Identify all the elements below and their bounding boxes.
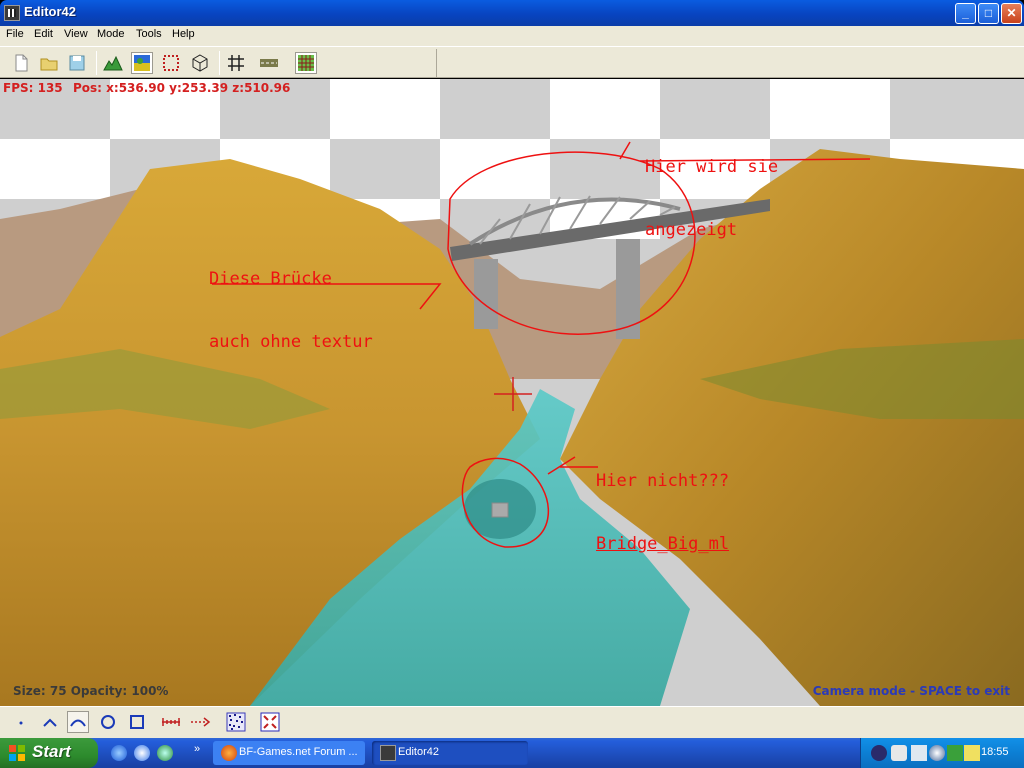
- object-cube-icon[interactable]: [189, 52, 211, 74]
- firefox-icon: [221, 745, 237, 761]
- menu-edit[interactable]: Edit: [34, 28, 53, 40]
- smooth-curve-tool-icon[interactable]: [67, 711, 89, 733]
- menu-file[interactable]: File: [6, 28, 24, 40]
- start-label: Start: [32, 742, 71, 761]
- menu-mode[interactable]: Mode: [97, 28, 125, 40]
- monitor-tray-icon[interactable]: [947, 745, 963, 761]
- close-button[interactable]: ✕: [1001, 3, 1022, 24]
- annotation-not-shown: Hier nicht??? Bridge_Big_ml: [596, 429, 729, 597]
- grid-icon[interactable]: [225, 52, 247, 74]
- task-label-forum: BF-Games.net Forum ...: [239, 746, 358, 758]
- texture-paint-icon[interactable]: [131, 52, 153, 74]
- app-icon: [4, 5, 20, 21]
- save-disk-icon[interactable]: [66, 52, 88, 74]
- system-tray: 18:55: [860, 738, 1024, 768]
- network-tray-icon[interactable]: [929, 745, 945, 761]
- terrain-mountain-icon[interactable]: [102, 52, 124, 74]
- annotation-bridge-line2: auch ohne textur: [209, 332, 373, 352]
- annotation-not-shown-line1: Hier nicht???: [596, 471, 730, 491]
- headphones-tray-icon[interactable]: [871, 745, 887, 761]
- windows-taskbar: Start » BF-Games.net Forum ... Editor42 …: [0, 738, 1024, 768]
- camera-mode-hint: Camera mode - SPACE to exit: [812, 684, 1010, 698]
- check-tray-icon[interactable]: [964, 745, 980, 761]
- menu-view[interactable]: View: [64, 28, 88, 40]
- open-folder-icon[interactable]: [38, 52, 60, 74]
- show-desktop-icon[interactable]: [134, 745, 150, 761]
- brush-toolbar: [0, 706, 1024, 738]
- task-label-editor: Editor42: [398, 746, 439, 758]
- noise-pattern-icon[interactable]: [225, 711, 247, 733]
- menu-bar: File Edit View Mode Tools Help: [0, 26, 1024, 46]
- menu-help[interactable]: Help: [172, 28, 195, 40]
- window-title: Editor42: [24, 4, 77, 19]
- peak-tool-icon[interactable]: [39, 711, 61, 733]
- terrain-scene: [0, 79, 1024, 706]
- title-bar: Editor42 _ □ ✕: [0, 0, 1024, 26]
- new-file-icon[interactable]: [10, 52, 32, 74]
- menu-tools[interactable]: Tools: [136, 28, 162, 40]
- square-tool-icon[interactable]: [126, 711, 148, 733]
- 3d-viewport[interactable]: FPS: 135 Pos: x:536.90 y:253.39 z:510.96…: [0, 79, 1024, 706]
- position-readout: Pos: x:536.90 y:253.39 z:510.96: [73, 81, 291, 95]
- annotation-bridge-line1: Diese Brücke: [209, 269, 332, 289]
- nvidia-tray-icon[interactable]: [891, 745, 907, 761]
- annotation-bridge: Diese Brücke auch ohne textur: [209, 227, 373, 395]
- tile-grid-icon[interactable]: [295, 52, 317, 74]
- annotation-not-shown-line2: Bridge_Big_ml: [596, 534, 730, 554]
- maximize-button[interactable]: □: [978, 3, 999, 24]
- circle-tool-icon[interactable]: [97, 711, 119, 733]
- dotted-line-arrow-icon[interactable]: [189, 711, 211, 733]
- brush-size-readout: Size: 75 Opacity: 100%: [13, 684, 169, 698]
- road-icon[interactable]: [258, 52, 280, 74]
- point-tool-icon[interactable]: [10, 711, 32, 733]
- minimize-button[interactable]: _: [955, 3, 976, 24]
- main-toolbar: [0, 46, 1024, 78]
- clock: 18:55: [981, 746, 1009, 758]
- selection-region-icon[interactable]: [160, 52, 182, 74]
- annotation-shown-line1: Hier wird sie: [645, 157, 779, 177]
- media-player-icon[interactable]: [111, 745, 127, 761]
- fit-view-icon[interactable]: [259, 711, 281, 733]
- annotation-shown: Hier wird sie angezeigt: [645, 115, 778, 283]
- task-bf-games-forum[interactable]: BF-Games.net Forum ...: [213, 741, 365, 765]
- task-editor42[interactable]: Editor42: [372, 741, 528, 765]
- browser-quicklaunch-icon[interactable]: [157, 745, 173, 761]
- device-tray-icon[interactable]: [911, 745, 927, 761]
- fps-readout: FPS: 135: [3, 81, 63, 95]
- annotation-shown-line2: angezeigt: [645, 220, 738, 240]
- editor-app-icon: [380, 745, 396, 761]
- start-button[interactable]: Start: [0, 738, 98, 768]
- measure-distance-icon[interactable]: [160, 711, 182, 733]
- quicklaunch-expand-icon[interactable]: »: [194, 743, 200, 755]
- windows-flag-icon: [9, 745, 25, 761]
